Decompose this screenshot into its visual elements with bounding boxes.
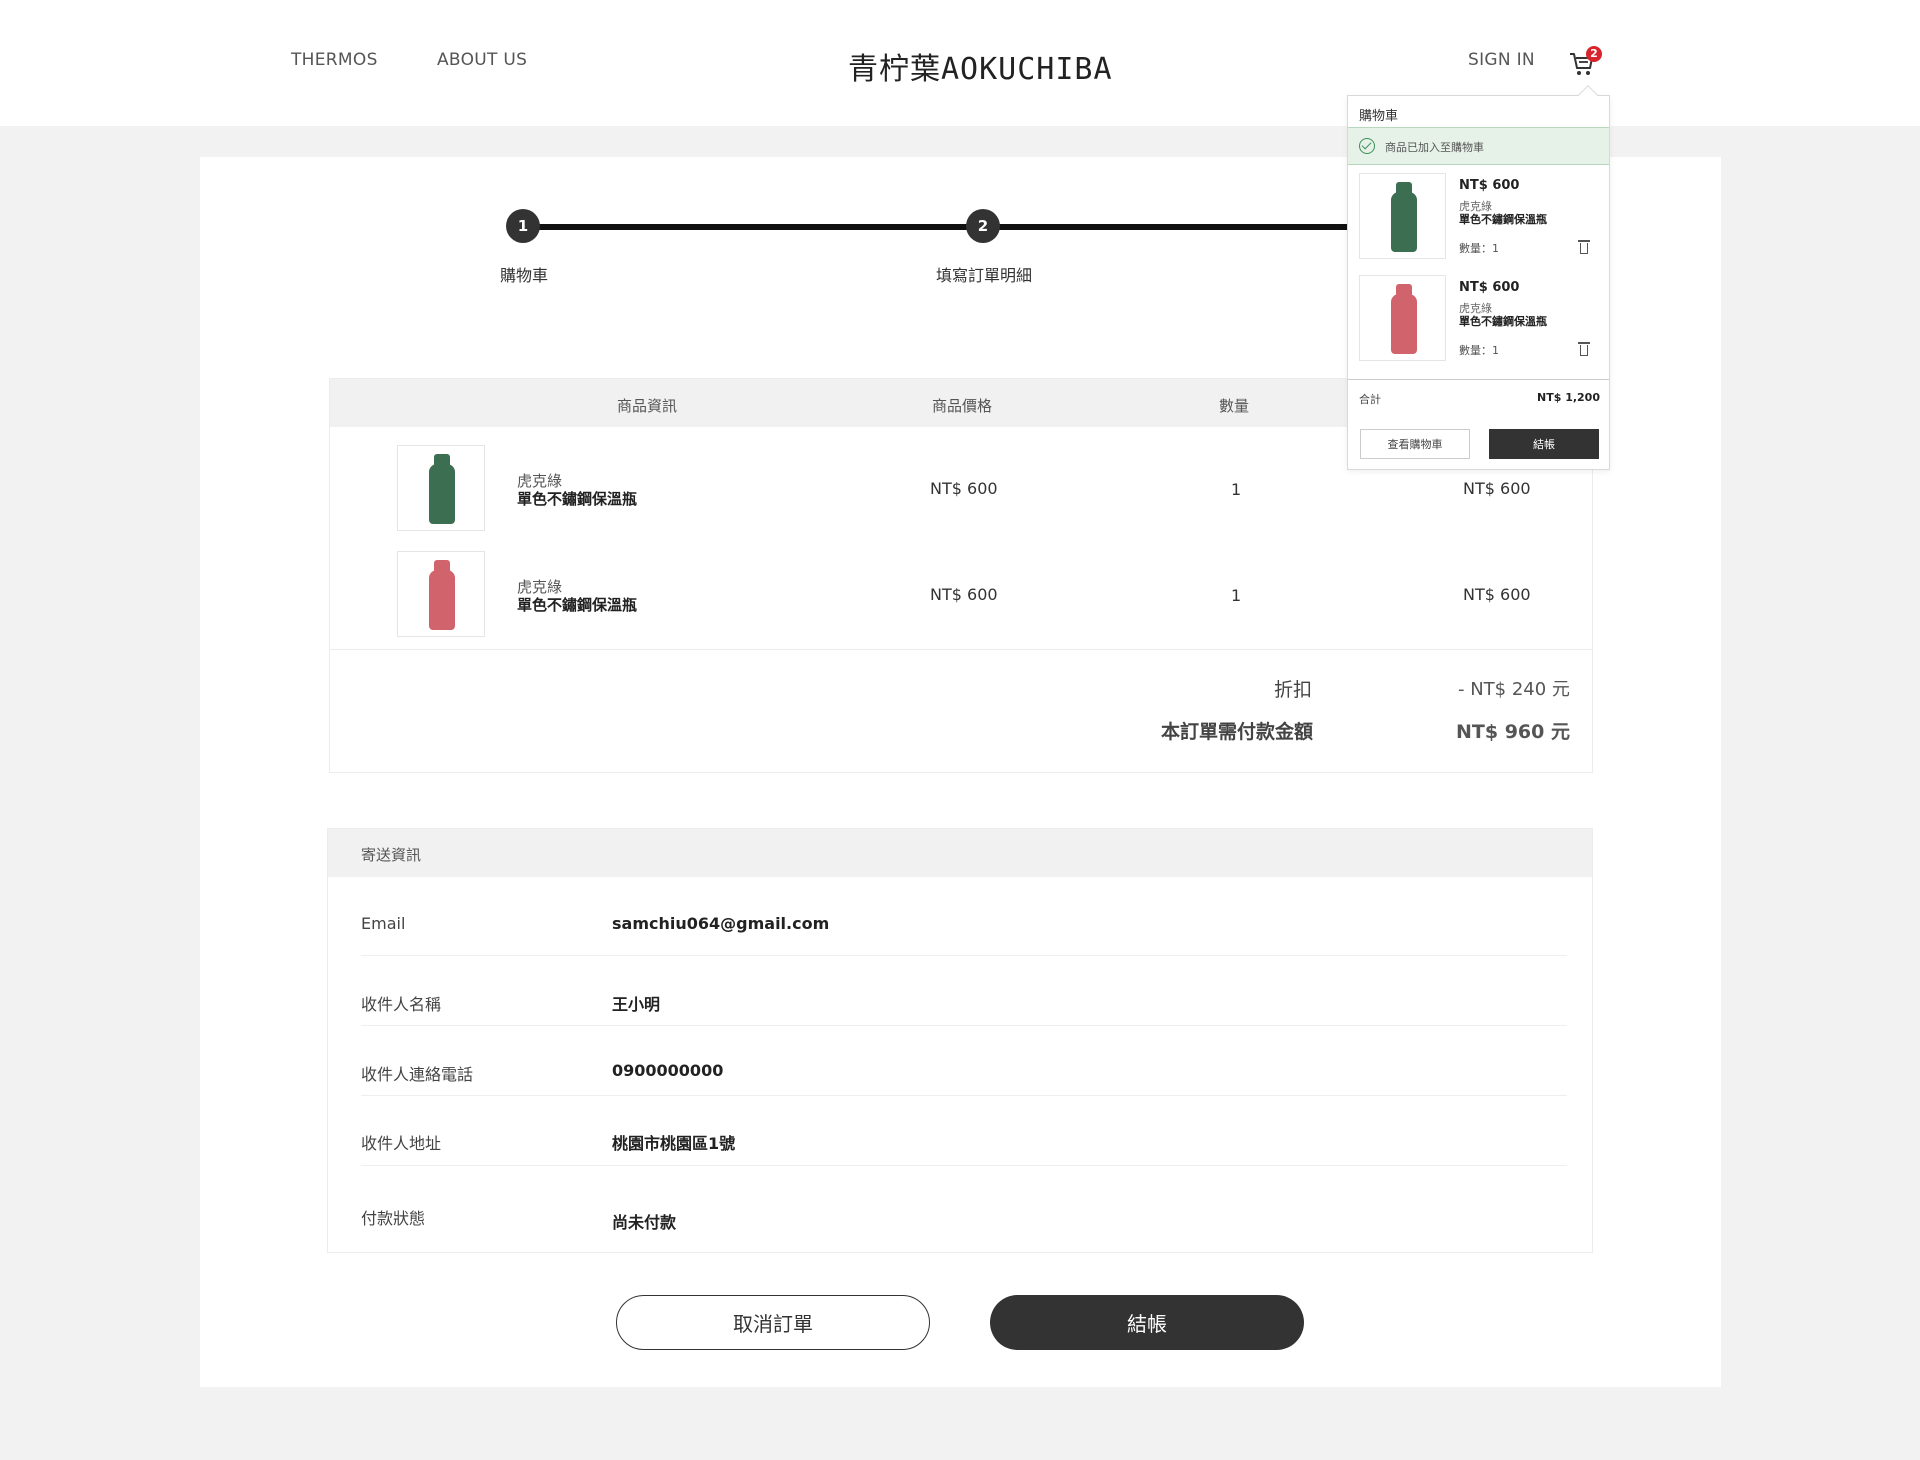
product-subtotal: NT$ 600	[1463, 585, 1531, 604]
row-divider	[361, 1025, 1567, 1026]
trash-icon[interactable]	[1578, 342, 1590, 357]
bottle-image	[1391, 182, 1417, 252]
recipient-name-label: 收件人名稱	[361, 995, 442, 1014]
step-1-label: 購物車	[500, 266, 549, 285]
row-divider	[361, 1095, 1567, 1096]
discount-label: 折扣	[1274, 679, 1313, 701]
total-label: 本訂單需付款金額	[1161, 721, 1314, 743]
shipping-info-panel: 寄送資訊 Email samchiu064@gmail.com 收件人名稱 王小…	[327, 828, 1593, 1253]
sign-in-link[interactable]: SIGN IN	[1468, 50, 1535, 70]
stepper-line	[982, 224, 1347, 230]
payment-status-value: 尚未付款	[612, 1213, 677, 1232]
cart-item-name: 單色不鏽鋼保溫瓶	[1459, 213, 1547, 226]
cart-item-image	[1359, 173, 1446, 259]
site-logo[interactable]: 青柠葉AOKUCHIBA	[848, 44, 1113, 88]
cart-count-badge: 2	[1586, 46, 1602, 62]
shipping-header: 寄送資訊	[328, 829, 1592, 877]
cart-total-label: 合計	[1359, 393, 1381, 406]
email-label: Email	[361, 914, 406, 933]
added-to-cart-notice: 商品已加入至購物車	[1348, 127, 1609, 165]
recipient-address-label: 收件人地址	[361, 1134, 442, 1153]
header-quantity: 數量	[1219, 397, 1250, 415]
cart-item-price: NT$ 600	[1459, 280, 1520, 295]
check-circle-icon	[1359, 138, 1375, 154]
cart-item-quantity: 數量：1	[1459, 344, 1499, 357]
cart-item-quantity: 數量：1	[1459, 242, 1499, 255]
dropdown-checkout-button[interactable]: 結帳	[1489, 429, 1599, 459]
header-price: 商品價格	[932, 397, 993, 415]
product-price: NT$ 600	[930, 585, 998, 604]
checkout-button[interactable]: 結帳	[990, 1295, 1304, 1350]
cart-dropdown-title: 購物車	[1359, 109, 1399, 124]
cart-item-image	[1359, 275, 1446, 361]
row-divider	[361, 955, 1567, 956]
cart-item-price: NT$ 600	[1459, 178, 1520, 193]
step-2-label: 填寫訂單明細	[936, 266, 1033, 285]
recipient-phone-value: 0900000000	[612, 1061, 724, 1080]
product-subtotal: NT$ 600	[1463, 479, 1531, 498]
bottle-image	[1391, 284, 1417, 354]
table-divider	[330, 649, 1592, 650]
product-quantity: 1	[1231, 480, 1242, 499]
cancel-order-button[interactable]: 取消訂單	[616, 1295, 930, 1350]
product-image	[397, 551, 485, 637]
step-1-dot: 1	[506, 209, 540, 243]
step-2-dot: 2	[966, 209, 1000, 243]
row-divider	[361, 1165, 1567, 1166]
nav-about-link[interactable]: ABOUT US	[437, 50, 527, 70]
cart-dropdown: 購物車 商品已加入至購物車 NT$ 600 虎克綠 單色不鏽鋼保溫瓶 數量：1 …	[1347, 85, 1610, 470]
recipient-address-value: 桃園市桃園區1號	[612, 1134, 736, 1153]
nav-thermos-link[interactable]: THERMOS	[291, 50, 378, 70]
site-header: THERMOS ABOUT US 青柠葉AOKUCHIBA SIGN IN 2	[0, 0, 1920, 126]
product-name: 單色不鏽鋼保溫瓶	[517, 490, 638, 508]
cart-total-divider	[1348, 379, 1609, 380]
total-value: NT$ 960 元	[1456, 721, 1570, 743]
product-quantity: 1	[1231, 586, 1242, 605]
email-value: samchiu064@gmail.com	[612, 914, 830, 933]
header-product-info: 商品資訊	[617, 397, 678, 415]
bottle-image	[429, 560, 455, 630]
cart-total-value: NT$ 1,200	[1537, 391, 1600, 404]
product-price: NT$ 600	[930, 479, 998, 498]
recipient-name-value: 王小明	[612, 995, 661, 1014]
stepper-line	[522, 224, 982, 230]
discount-value: - NT$ 240 元	[1458, 679, 1570, 700]
trash-icon[interactable]	[1578, 240, 1590, 255]
cart-item-name: 單色不鏽鋼保溫瓶	[1459, 315, 1547, 328]
shipping-title: 寄送資訊	[361, 846, 422, 864]
added-to-cart-message: 商品已加入至購物車	[1385, 141, 1484, 154]
payment-status-label: 付款狀態	[361, 1209, 426, 1228]
product-name: 單色不鏽鋼保溫瓶	[517, 596, 638, 614]
product-image	[397, 445, 485, 531]
bottle-image	[429, 454, 455, 524]
view-cart-button[interactable]: 查看購物車	[1360, 429, 1470, 459]
recipient-phone-label: 收件人連絡電話	[361, 1065, 474, 1084]
